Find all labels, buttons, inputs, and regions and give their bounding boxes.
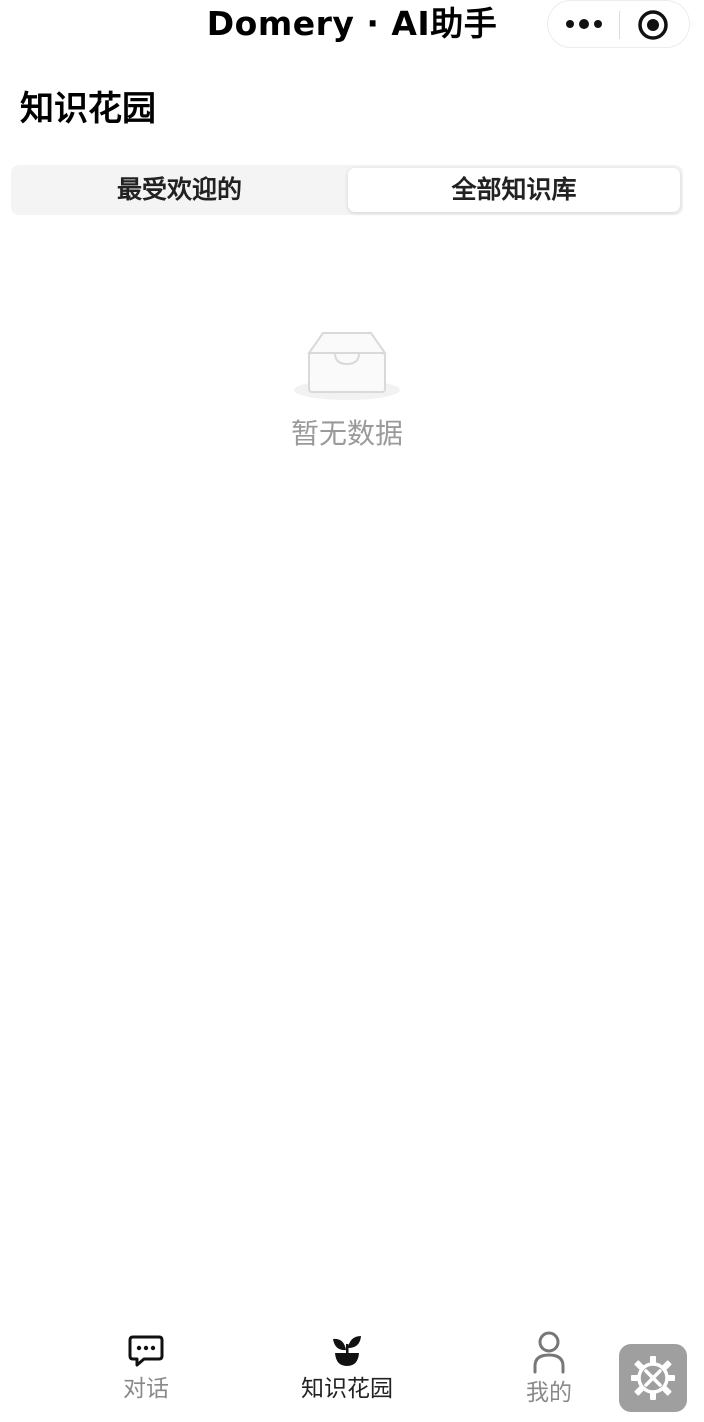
page: Domery · AI助手 知识花园 最受欢迎的 全部知识库 暂无数据 对话 知… <box>0 0 704 1422</box>
tabbar-label-knowledge-garden: 知识花园 <box>301 1376 393 1402</box>
bottom-tab-bar: 对话 知识花园 我的 <box>0 1330 704 1422</box>
floating-tool-button[interactable] <box>619 1344 687 1412</box>
empty-state-text: 暂无数据 <box>290 417 403 450</box>
sprout-icon <box>333 1336 361 1366</box>
tabbar-label-chat: 对话 <box>123 1376 169 1402</box>
user-icon <box>533 1331 565 1374</box>
tabbar-label-me: 我的 <box>526 1380 572 1406</box>
empty-inbox-icon <box>290 328 404 404</box>
more-button[interactable] <box>562 11 606 37</box>
target-close-icon <box>638 10 668 40</box>
page-title: 知识花园 <box>20 89 156 129</box>
tabbar-item-chat[interactable]: 对话 <box>96 1330 196 1422</box>
capsule-divider <box>619 11 620 39</box>
tab-all-knowledge-bases[interactable]: 全部知识库 <box>348 168 680 212</box>
capsule-menu <box>547 0 690 48</box>
mini-program-title-bar: Domery · AI助手 <box>0 0 704 50</box>
tab-most-popular[interactable]: 最受欢迎的 <box>11 165 348 215</box>
chat-bubble-icon <box>128 1335 164 1367</box>
tabbar-item-me[interactable]: 我的 <box>499 1330 599 1422</box>
close-button[interactable] <box>636 8 670 42</box>
more-dots-icon <box>566 19 602 29</box>
segmented-tabs: 最受欢迎的 全部知识库 <box>11 165 683 215</box>
tabbar-item-knowledge-garden[interactable]: 知识花园 <box>287 1330 407 1422</box>
tools-gear-icon <box>631 1356 675 1400</box>
